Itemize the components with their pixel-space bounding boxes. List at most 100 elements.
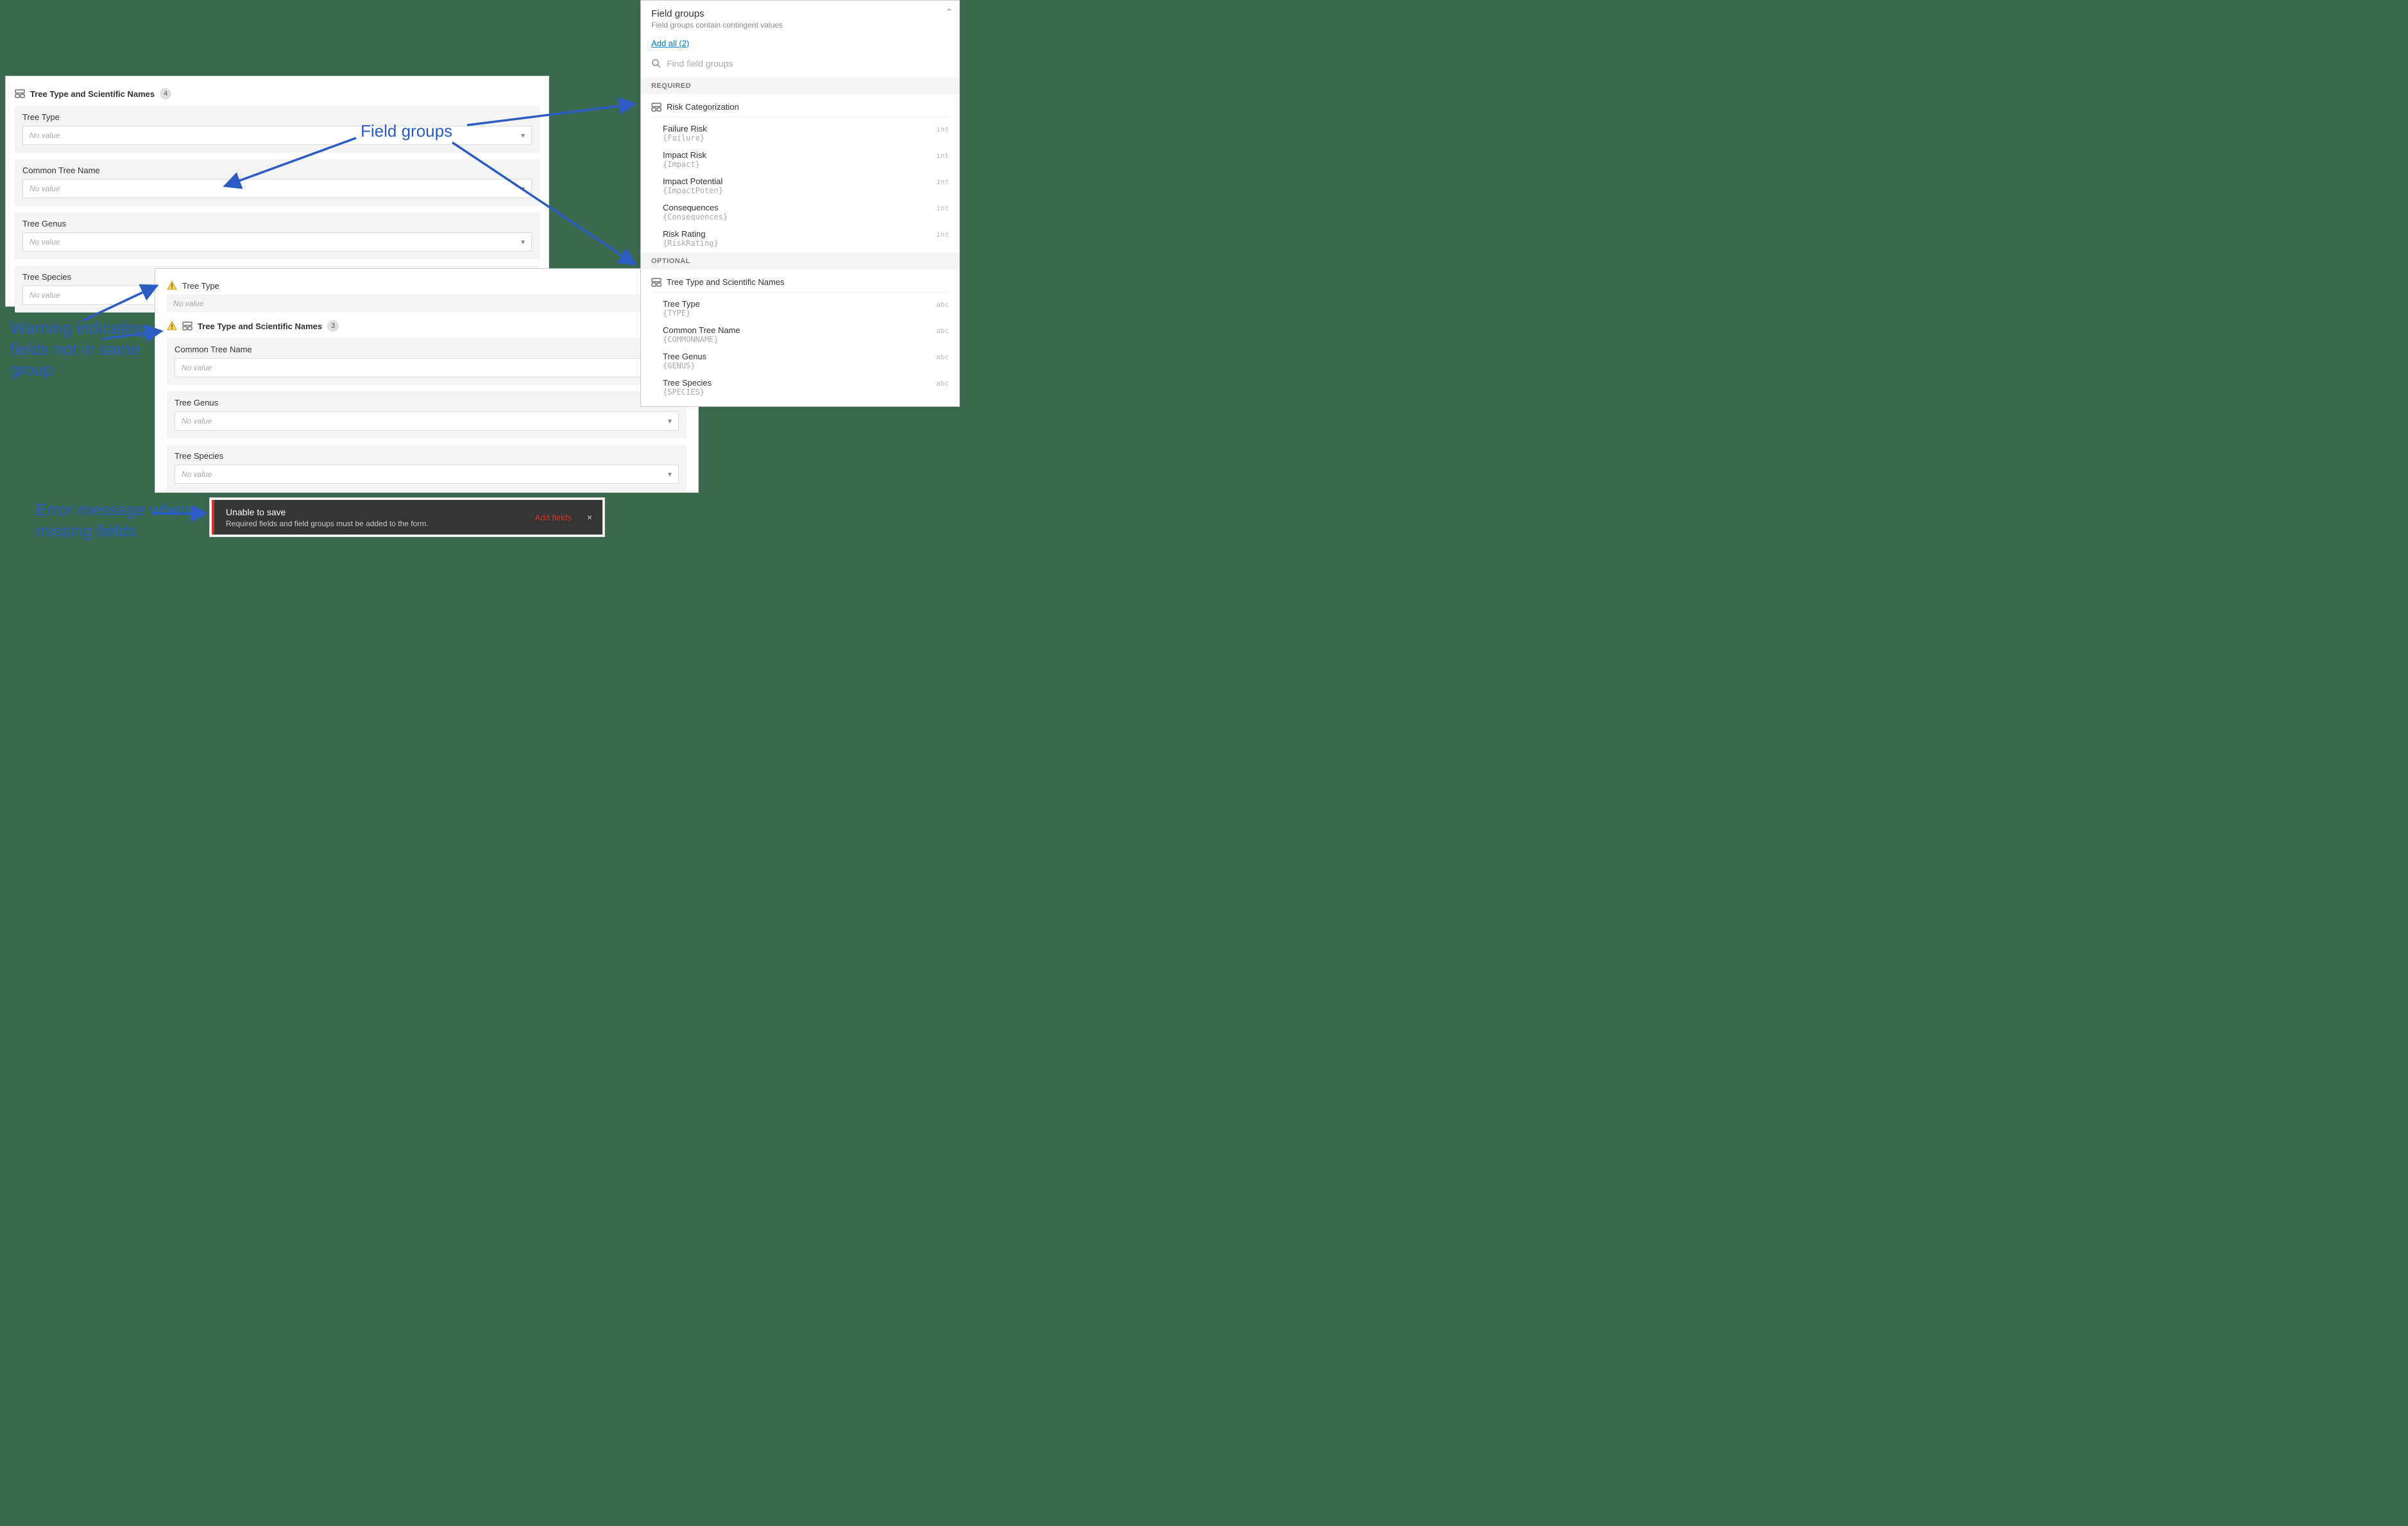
chevron-down-icon: ▾ [521, 131, 525, 140]
required-section-header: REQUIRED [641, 78, 959, 94]
field-select[interactable]: No value ▾ [175, 465, 679, 484]
form-field: Tree Genus No value ▾ [167, 391, 687, 438]
sidebar-field-name: Tree Genus [663, 352, 706, 361]
optional-group-title: Tree Type and Scientific Names [667, 277, 785, 287]
annotation-error: Error message when missing fields [36, 499, 190, 541]
field-value: No value [182, 470, 212, 479]
sidebar-field-type: abc [936, 378, 949, 388]
field-label: Tree Type [22, 112, 532, 122]
add-fields-link[interactable]: Add fields [535, 513, 572, 522]
error-container: Unable to save Required fields and field… [209, 497, 605, 537]
sidebar-field-name: Tree Species [663, 378, 712, 388]
field-label: Tree Genus [175, 398, 679, 407]
form-field: Tree Genus No value ▾ [15, 212, 540, 259]
field-select[interactable]: No value ▾ [22, 232, 532, 252]
sidebar-field-row[interactable]: Consequences {Consequences} int [651, 199, 949, 225]
error-toast: Unable to save Required fields and field… [212, 500, 602, 535]
sidebar-field-code: {Consequences} [663, 212, 728, 221]
sidebar-field-type: int [936, 229, 949, 239]
sidebar-field-code: {ImpactPoten} [663, 186, 723, 195]
sidebar-field-name: Impact Risk [663, 150, 706, 160]
chevron-up-icon[interactable]: ⌃ [946, 7, 953, 17]
warning-icon [167, 321, 177, 331]
sidebar-field-row[interactable]: Risk Rating {RiskRating} int [651, 225, 949, 252]
field-group-icon [15, 89, 25, 98]
chevron-down-icon: ▾ [668, 416, 672, 425]
group-header-with-warning: Tree Type and Scientific Names 3 [167, 320, 687, 332]
field-value: No value [30, 237, 60, 246]
error-subtitle: Required fields and field groups must be… [226, 519, 429, 528]
sidebar-field-code: {SPECIES} [663, 388, 712, 397]
field-select[interactable]: No value ▾ [22, 126, 532, 145]
field-group-icon [651, 278, 662, 287]
field-value: No value [30, 291, 60, 300]
sidebar-field-name: Risk Rating [663, 229, 719, 239]
chevron-down-icon: ▾ [521, 184, 525, 193]
field-group-title: Tree Type and Scientific Names [30, 89, 155, 99]
chevron-down-icon: ▾ [521, 237, 525, 246]
sidebar-field-row[interactable]: Impact Potential {ImpactPoten} int [651, 173, 949, 199]
group-title: Tree Type and Scientific Names [198, 321, 322, 331]
add-all-link[interactable]: Add all (2) [641, 35, 699, 55]
field-label: Common Tree Name [175, 345, 679, 354]
sidebar-field-code: {TYPE} [663, 309, 700, 318]
field-group-icon [182, 321, 192, 330]
field-groups-panel: Field groups Field groups contain contin… [640, 0, 960, 407]
close-icon[interactable]: × [587, 512, 592, 522]
form-field: Common Tree Name No value ▾ [15, 159, 540, 206]
form-panel-warning: Tree Type No value Tree Type and Scienti… [155, 268, 699, 493]
required-group[interactable]: Risk Categorization Failure Risk {Failur… [641, 94, 959, 253]
optional-group[interactable]: Tree Type and Scientific Names Tree Type… [641, 270, 959, 402]
search-icon [651, 58, 662, 69]
search-field-groups[interactable] [641, 55, 959, 78]
sidebar-field-code: {RiskRating} [663, 239, 719, 248]
sidebar-field-row[interactable]: Tree Type {TYPE} abc [651, 295, 949, 321]
sidebar-field-type: int [936, 176, 949, 186]
field-group-header: Tree Type and Scientific Names 4 [15, 88, 540, 99]
sidebar-field-row[interactable]: Failure Risk {Failure} int [651, 120, 949, 146]
sidebar-field-row[interactable]: Tree Species {SPECIES} abc [651, 374, 949, 400]
form-field: Common Tree Name No value ▾ [167, 338, 687, 385]
sidebar-field-type: int [936, 124, 949, 133]
optional-section-header: OPTIONAL [641, 253, 959, 270]
chevron-down-icon: ▾ [668, 470, 672, 479]
sidebar-field-name: Impact Potential [663, 176, 723, 186]
sidebar-field-code: {Impact} [663, 160, 706, 169]
field-count-badge: 3 [327, 320, 339, 332]
sidebar-field-type: int [936, 150, 949, 160]
field-value: No value [182, 363, 212, 372]
field-label: Common Tree Name [22, 166, 532, 175]
orphan-field-label: Tree Type [182, 281, 219, 291]
sidebar-field-row[interactable]: Tree Genus {GENUS} abc [651, 348, 949, 374]
field-select[interactable]: No value ▾ [175, 358, 679, 377]
sidebar-field-row[interactable]: Impact Risk {Impact} int [651, 146, 949, 173]
field-group-icon [651, 103, 662, 112]
field-select[interactable]: No value ▾ [22, 179, 532, 198]
error-title: Unable to save [226, 507, 429, 517]
field-label: Tree Genus [22, 219, 532, 228]
sidebar-field-name: Consequences [663, 203, 728, 212]
field-label: Tree Species [175, 451, 679, 461]
sidebar-field-row[interactable]: Common Tree Name {COMMONNAME} abc [651, 321, 949, 348]
search-input[interactable] [667, 58, 949, 69]
annotation-warning: Warning indicating fields not in same gr… [10, 318, 151, 381]
sidebar-field-type: abc [936, 352, 949, 361]
field-value: No value [30, 131, 60, 140]
sidebar-field-type: abc [936, 325, 949, 335]
sidebar-field-type: int [936, 203, 949, 212]
required-group-title: Risk Categorization [667, 102, 739, 112]
orphan-field-value[interactable]: No value [167, 295, 687, 313]
sidebar-field-name: Common Tree Name [663, 325, 740, 335]
sidebar-title: Field groups [651, 8, 949, 19]
orphan-field-row: Tree Type [167, 280, 687, 291]
sidebar-field-type: abc [936, 299, 949, 309]
field-select[interactable]: No value ▾ [175, 411, 679, 431]
sidebar-field-code: {Failure} [663, 133, 707, 142]
field-value: No value [30, 184, 60, 193]
sidebar-field-code: {GENUS} [663, 361, 706, 370]
sidebar-field-code: {COMMONNAME} [663, 335, 740, 344]
warning-icon [167, 280, 177, 291]
field-count-badge: 4 [160, 88, 171, 99]
field-value: No value [182, 416, 212, 425]
sidebar-subtitle: Field groups contain contingent values [651, 21, 949, 30]
